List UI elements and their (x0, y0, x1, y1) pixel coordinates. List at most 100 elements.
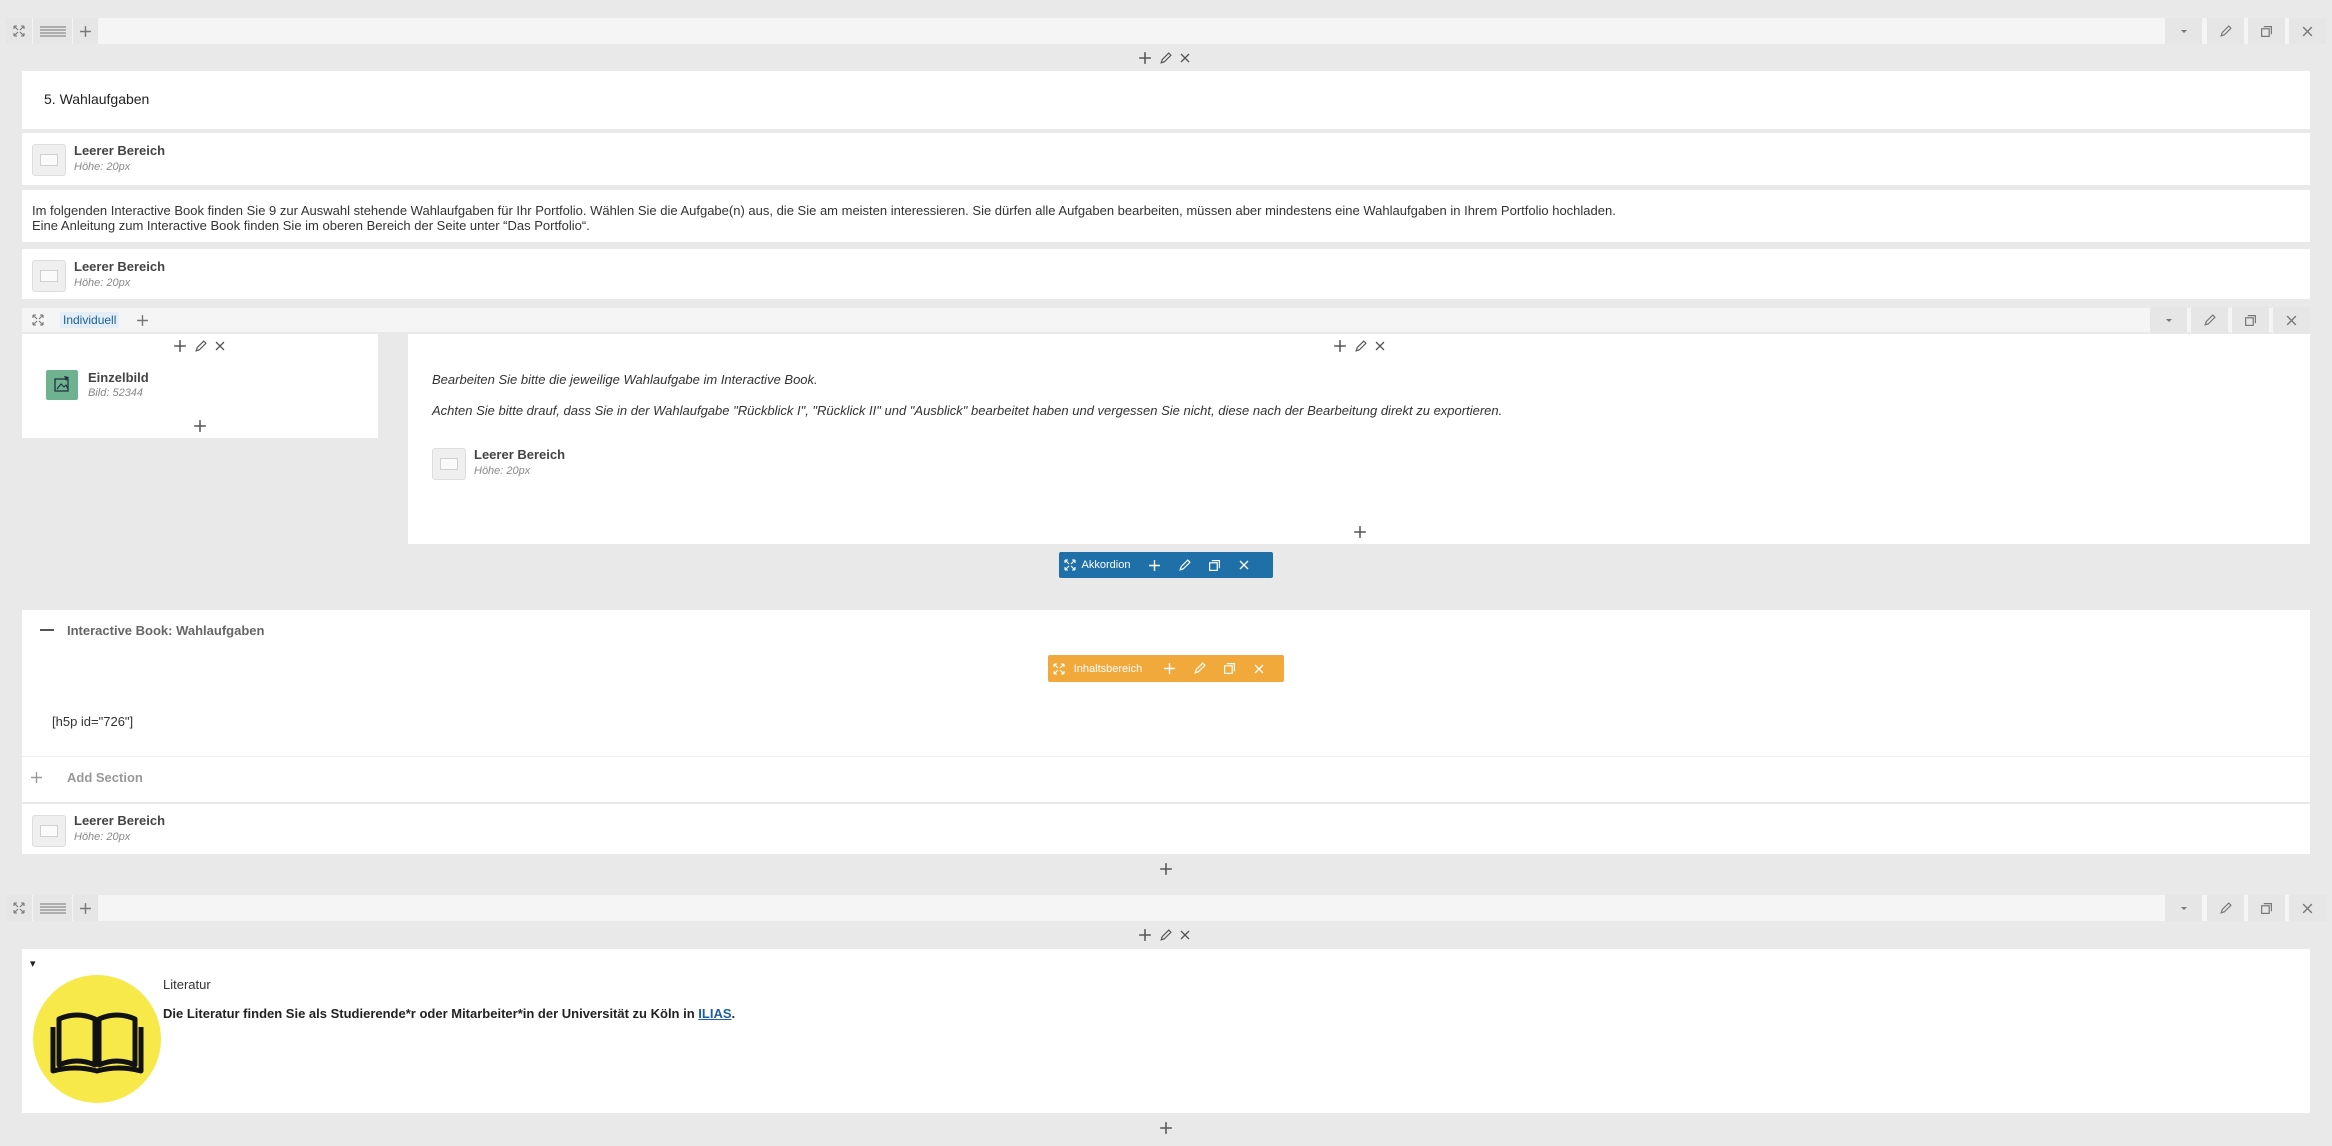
pencil-icon (2219, 902, 2232, 915)
literature-module: ▾ Literatur Die Literatur finden Sie als… (22, 949, 2310, 1113)
accordion-delete-button[interactable] (1229, 552, 1259, 578)
row-1-toolbar (6, 18, 2326, 44)
accordion-label[interactable]: Akkordion (1081, 552, 1131, 578)
literature-text: Die Literatur finden Sie als Studierende… (163, 1006, 735, 1021)
plus-icon (79, 25, 92, 38)
accordion-module: Interactive Book: Wahlaufgaben [h5p id="… (22, 610, 2310, 802)
spacer-module[interactable]: Leerer Bereich Höhe: 20px (22, 133, 2310, 185)
delete-column-button[interactable] (1370, 336, 1390, 356)
heading-module[interactable]: 5. Wahlaufgaben (22, 71, 2310, 129)
add-module-button[interactable] (1156, 859, 1176, 879)
inner-row-dropdown[interactable] (2149, 307, 2187, 333)
section-title: 5. Wahlaufgaben (44, 91, 150, 107)
column-tools (1135, 925, 1195, 945)
row-settings-dropdown[interactable] (2164, 895, 2202, 921)
content-area-edit-button[interactable] (1184, 655, 1214, 682)
column-tools (1330, 336, 1390, 356)
accordion-duplicate-button[interactable] (1199, 552, 1229, 578)
plus-icon (26, 767, 46, 787)
spacer-module[interactable]: Leerer Bereich Höhe: 20px (22, 249, 2310, 299)
duplicate-icon (2260, 25, 2273, 38)
expand-icon[interactable] (6, 895, 32, 921)
expand-icon[interactable] (1048, 655, 1070, 682)
toggle-marker[interactable]: ▾ (30, 957, 36, 970)
add-module-button[interactable] (190, 416, 210, 436)
inner-row-duplicate-button[interactable] (2231, 307, 2269, 333)
inner-row-delete-button[interactable] (2272, 307, 2310, 333)
spacer-subtitle: Höhe: 20px (74, 277, 131, 289)
content-area-add-button[interactable] (1154, 655, 1184, 682)
image-module-subtitle: Bild: 52344 (88, 387, 144, 399)
delete-column-button[interactable] (210, 336, 230, 356)
spacer-title: Leerer Bereich (74, 813, 166, 828)
right-column: Bearbeiten Sie bitte die jeweilige Wahla… (408, 334, 2310, 544)
delete-column-button[interactable] (1175, 925, 1195, 945)
image-icon (46, 370, 78, 400)
add-module-button[interactable] (1135, 925, 1155, 945)
delete-column-button[interactable] (1175, 48, 1195, 68)
edit-column-button[interactable] (1155, 48, 1175, 68)
accordion-add-button[interactable] (1139, 552, 1169, 578)
row-2-toolbar (6, 895, 2326, 921)
drag-handle-icon[interactable] (32, 895, 72, 921)
edit-column-button[interactable] (1350, 336, 1370, 356)
chevron-down-icon (2178, 902, 2190, 914)
add-column-button[interactable] (72, 895, 98, 921)
row-edit-button[interactable] (2206, 895, 2244, 921)
spacer-thumbnail (432, 448, 466, 480)
edit-column-button[interactable] (1155, 925, 1175, 945)
close-icon (2301, 902, 2314, 915)
expand-icon[interactable] (28, 310, 48, 330)
column-tools (170, 336, 230, 356)
row-duplicate-button[interactable] (2247, 18, 2285, 44)
row-delete-button[interactable] (2288, 18, 2326, 44)
column-tools (1135, 48, 1195, 68)
spacer-module[interactable]: Leerer Bereich Höhe: 20px (22, 804, 2310, 854)
instruction-text-1: Bearbeiten Sie bitte die jeweilige Wahla… (432, 372, 818, 387)
pencil-icon (2219, 25, 2232, 38)
spacer-thumbnail (32, 815, 66, 847)
add-module-button[interactable] (1135, 48, 1155, 68)
row-edit-button[interactable] (2206, 18, 2244, 44)
chevron-down-icon (2163, 314, 2175, 326)
edit-column-button[interactable] (190, 336, 210, 356)
content-area-toolbar: Inhaltsbereich (1048, 655, 1284, 682)
shortcode-text: [h5p id="726"] (52, 714, 134, 729)
accordion-toolbar: Akkordion (1059, 552, 1273, 578)
literature-title: Literatur (163, 977, 211, 992)
row-delete-button[interactable] (2288, 895, 2326, 921)
add-module-button[interactable] (1156, 1118, 1176, 1138)
accordion-header[interactable]: Interactive Book: Wahlaufgaben (67, 623, 264, 638)
content-area-duplicate-button[interactable] (1214, 655, 1244, 682)
close-icon (2285, 314, 2298, 327)
accordion-edit-button[interactable] (1169, 552, 1199, 578)
add-module-button[interactable] (170, 336, 190, 356)
intro-text-line-1: Im folgenden Interactive Book finden Sie… (32, 203, 1616, 218)
close-icon (2301, 25, 2314, 38)
text-module[interactable]: Im folgenden Interactive Book finden Sie… (22, 190, 2310, 242)
add-section-button[interactable]: Add Section (67, 770, 143, 785)
ilias-link[interactable]: ILIAS (698, 1006, 731, 1021)
drag-handle-icon[interactable] (32, 18, 72, 44)
chevron-down-icon (2178, 25, 2190, 37)
add-module-button[interactable] (1350, 522, 1370, 542)
add-module-button[interactable] (1330, 336, 1350, 356)
instruction-text-2: Achten Sie bitte drauf, dass Sie in der … (432, 403, 1503, 418)
expand-icon[interactable] (6, 18, 32, 44)
inner-row-label[interactable]: Individuell (60, 312, 120, 328)
content-area-label[interactable]: Inhaltsbereich (1070, 655, 1146, 682)
image-module-title: Einzelbild (88, 370, 149, 385)
literature-text-prefix: Die Literatur finden Sie als Studierende… (163, 1006, 699, 1021)
inner-row-edit-button[interactable] (2190, 307, 2228, 333)
row-settings-dropdown[interactable] (2164, 18, 2202, 44)
content-area-delete-button[interactable] (1244, 655, 1274, 682)
add-column-button[interactable] (72, 18, 98, 44)
divider (22, 756, 2310, 757)
collapse-icon[interactable] (40, 629, 54, 631)
expand-icon[interactable] (1059, 552, 1081, 578)
add-inner-column-button[interactable] (132, 310, 152, 330)
plus-icon (79, 902, 92, 915)
pencil-icon (2203, 314, 2216, 327)
row-duplicate-button[interactable] (2247, 895, 2285, 921)
duplicate-icon (2260, 902, 2273, 915)
